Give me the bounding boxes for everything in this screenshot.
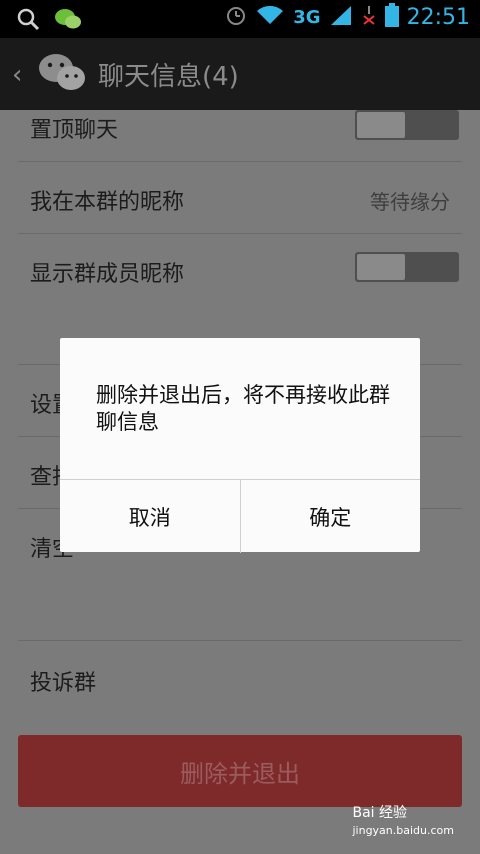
show-nicknames-toggle[interactable] (355, 252, 459, 282)
search-icon (16, 7, 40, 35)
wechat-logo-icon[interactable] (38, 52, 86, 98)
battery-icon (384, 3, 399, 31)
action-bar: ‹ 聊天信息(4) (0, 38, 480, 110)
pin-chat-toggle[interactable] (355, 110, 459, 140)
nickname-label: 我在本群的昵称 (30, 190, 185, 215)
confirm-dialog: 删除并退出后，将不再接收此群聊信息 取消 确定 (60, 338, 420, 553)
alarm-icon (225, 4, 247, 30)
watermark: Bai 经验 jingyan.baidu.com (352, 802, 454, 837)
confirm-button[interactable]: 确定 (239, 480, 421, 553)
pin-chat-label: 置顶聊天 (30, 118, 119, 143)
no-sim-icon (361, 4, 377, 30)
page-title: 聊天信息(4) (98, 62, 239, 92)
wechat-notification-icon (54, 7, 82, 35)
signal-icon (329, 4, 353, 30)
toggle-knob (357, 112, 405, 138)
nickname-value: 等待缘分 (370, 190, 450, 214)
report-group-label: 投诉群 (30, 671, 97, 696)
report-group-row[interactable]: 投诉群 (18, 641, 462, 712)
pin-chat-row[interactable]: 置顶聊天 (18, 110, 462, 162)
wifi-icon (255, 4, 285, 30)
dialog-button-bar: 取消 确定 (60, 479, 420, 553)
cancel-button[interactable]: 取消 (60, 480, 240, 553)
watermark-brand: Bai 经验 (352, 805, 408, 821)
status-bar: 3G 22:51 (0, 0, 480, 38)
clock: 22:51 (406, 4, 470, 30)
nickname-row[interactable]: 我在本群的昵称 等待缘分 (18, 162, 462, 234)
dialog-message: 删除并退出后，将不再接收此群聊信息 (96, 383, 390, 434)
delete-and-exit-button[interactable]: 删除并退出 (18, 735, 462, 807)
toggle-knob (357, 254, 405, 280)
network-type: 3G (293, 6, 321, 28)
back-chevron-icon[interactable]: ‹ (12, 60, 22, 90)
watermark-url: jingyan.baidu.com (352, 824, 454, 837)
show-nicknames-label: 显示群成员昵称 (30, 262, 185, 287)
